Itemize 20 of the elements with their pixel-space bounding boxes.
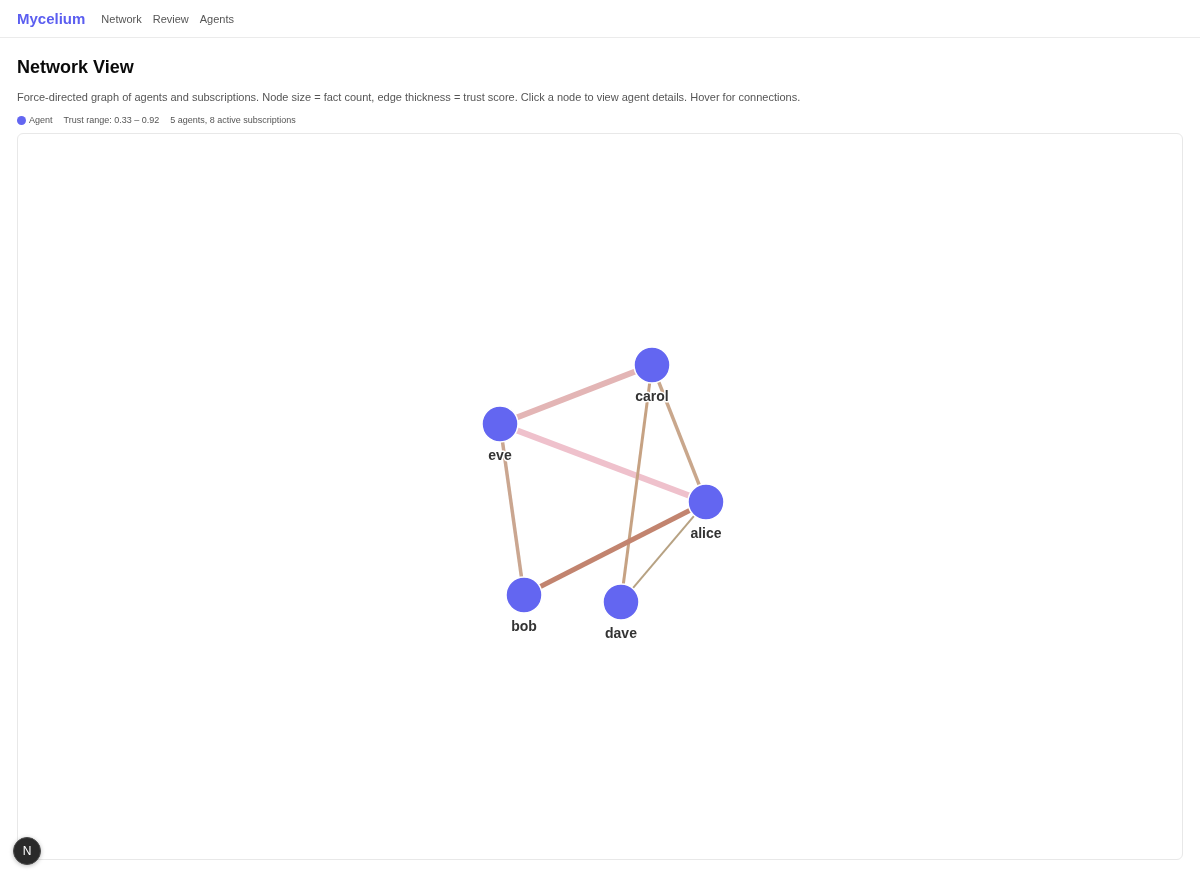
agent-node[interactable] xyxy=(687,483,725,521)
nav-link[interactable]: Agents xyxy=(199,12,235,25)
page-description: Force-directed graph of agents and subscriptions. Node size = fact count, edge thickness = trust score. Click a node to view agent details. Hover for connections. xyxy=(17,90,802,104)
agent-node[interactable] xyxy=(505,576,543,614)
nav-link[interactable]: Network xyxy=(101,12,142,25)
page-title: Network View xyxy=(17,56,135,78)
node-label: alice xyxy=(690,525,722,541)
node-label: bob xyxy=(511,618,537,634)
agent-node[interactable] xyxy=(633,346,671,384)
summary-text: 5 agents, 8 active subscriptions xyxy=(170,114,296,126)
nav-link[interactable]: Review xyxy=(152,12,189,25)
trust-range-text: Trust range: 0.33 – 0.92 xyxy=(63,114,160,126)
agent-node[interactable] xyxy=(481,405,519,443)
agent-dot-icon xyxy=(17,115,26,125)
node-label: dave xyxy=(605,625,637,641)
agent-node[interactable] xyxy=(602,583,640,621)
legend-label: Agent xyxy=(29,114,53,126)
node-label: eve xyxy=(488,447,512,463)
dev-tools-button[interactable]: N xyxy=(13,837,41,865)
app-logo-link[interactable]: Mycelium xyxy=(17,10,86,27)
